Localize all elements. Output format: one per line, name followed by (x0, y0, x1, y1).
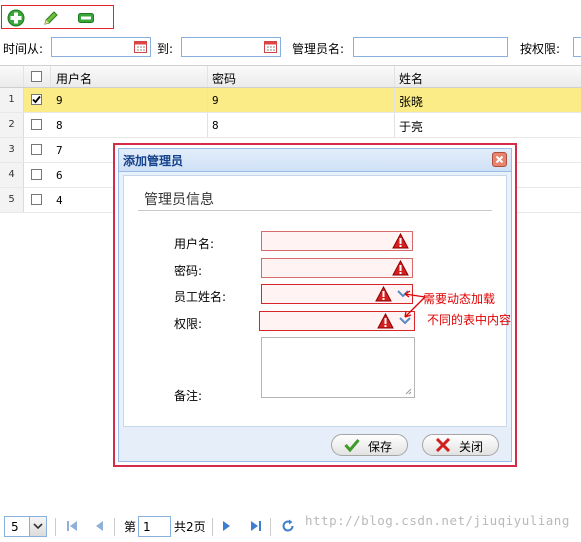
page-total: 共2页 (174, 520, 206, 534)
table-row[interactable]: 1 9 9 张晓 (0, 88, 581, 113)
cell-username: 7 (56, 144, 63, 157)
remove-icon[interactable] (77, 9, 95, 27)
remarks-textarea[interactable] (261, 337, 415, 398)
remarks-label: 备注: (174, 389, 203, 403)
next-page-icon[interactable] (222, 520, 232, 532)
column-header-password[interactable]: 密码 (212, 70, 236, 87)
last-page-icon[interactable] (249, 520, 262, 532)
time-from-input[interactable] (51, 37, 151, 57)
cell-password: 8 (212, 119, 219, 132)
table-row[interactable]: 2 8 8 于亮 (0, 113, 581, 138)
admin-name-label: 管理员名: (292, 42, 345, 56)
annotation-dynamic-load: 需要动态加载 (423, 292, 496, 306)
row-number: 3 (0, 138, 24, 162)
calendar-icon[interactable] (134, 40, 147, 53)
add-icon[interactable] (7, 9, 25, 27)
row-number: 4 (0, 163, 24, 187)
admin-name-input[interactable] (353, 37, 508, 57)
cell-username: 4 (56, 194, 63, 207)
page-size-select[interactable]: 5 (4, 516, 47, 537)
row-checkbox[interactable] (31, 94, 42, 105)
row-checkbox[interactable] (31, 169, 42, 180)
page-prefix: 第 (124, 520, 137, 534)
warning-icon (377, 313, 394, 329)
resize-handle-icon[interactable] (405, 388, 412, 395)
checkmark-icon (344, 439, 360, 452)
save-button[interactable]: 保存 (331, 434, 408, 456)
column-header-username[interactable]: 用户名 (56, 70, 92, 87)
cell-password: 9 (212, 94, 219, 107)
cell-name: 于亮 (399, 120, 424, 134)
select-all-checkbox[interactable] (31, 71, 42, 82)
cell-username: 9 (56, 94, 63, 107)
close-button[interactable]: 关闭 (422, 434, 499, 456)
row-number: 2 (0, 113, 24, 137)
page-size-dropdown[interactable] (29, 517, 46, 536)
section-title: 管理员信息 (144, 192, 214, 208)
toolbar (1, 5, 114, 29)
save-button-label: 保存 (368, 440, 393, 454)
warning-icon (392, 233, 409, 249)
warning-icon (375, 286, 392, 302)
employee-name-label: 员工姓名: (174, 290, 227, 304)
warning-icon (392, 260, 409, 276)
edit-icon[interactable] (42, 9, 60, 27)
close-button-label: 关闭 (459, 440, 484, 454)
time-to-input[interactable] (181, 37, 281, 57)
dialog-footer: 保存 关闭 (119, 427, 511, 461)
previous-page-icon[interactable] (94, 520, 104, 532)
permission-label: 权限: (174, 317, 203, 331)
cell-username: 6 (56, 169, 63, 182)
close-x-icon (435, 438, 451, 452)
annotation-different-tables: 不同的表中内容 (427, 313, 512, 327)
refresh-icon[interactable] (281, 519, 295, 533)
grid-header: 用户名 密码 姓名 (0, 65, 581, 88)
permission-select[interactable] (259, 311, 415, 331)
permission-filter-select[interactable] (573, 37, 581, 57)
cell-name: 张晓 (399, 95, 424, 109)
page-number-value: 1 (143, 520, 151, 534)
watermark: http://blog.csdn.net/jiuqiyuliang (305, 513, 570, 528)
time-from-label: 时间从: (3, 42, 44, 56)
close-icon[interactable] (492, 152, 507, 167)
dialog-title: 添加管理员 (123, 154, 184, 168)
username-input[interactable] (261, 231, 413, 251)
row-number: 1 (0, 88, 24, 112)
page-number-input[interactable]: 1 (138, 516, 171, 537)
password-label: 密码: (174, 264, 203, 278)
calendar-icon[interactable] (264, 40, 277, 53)
row-checkbox[interactable] (31, 144, 42, 155)
password-input[interactable] (261, 258, 413, 278)
row-number: 5 (0, 188, 24, 212)
chevron-down-icon (33, 523, 43, 530)
row-checkbox[interactable] (31, 194, 42, 205)
employee-name-select[interactable] (261, 284, 413, 304)
dialog-title-bar[interactable]: 添加管理员 (119, 149, 511, 172)
permission-filter-label: 按权限: (520, 42, 561, 56)
username-label: 用户名: (174, 237, 215, 251)
section-divider (138, 210, 492, 211)
checkmark-icon (32, 95, 41, 104)
first-page-icon[interactable] (66, 520, 79, 532)
column-header-name[interactable]: 姓名 (399, 70, 423, 87)
to-label: 到: (157, 42, 174, 56)
row-checkbox[interactable] (31, 119, 42, 130)
cell-username: 8 (56, 119, 63, 132)
page-size-value: 5 (11, 520, 19, 534)
